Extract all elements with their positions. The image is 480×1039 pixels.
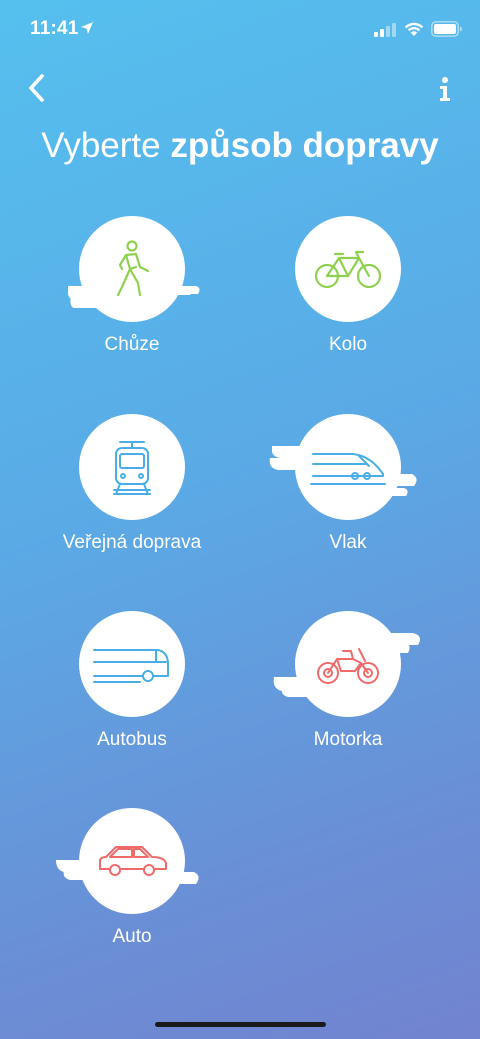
mode-motorcycle-bubble bbox=[295, 611, 401, 717]
chevron-left-icon bbox=[29, 74, 44, 102]
mode-train-label: Vlak bbox=[329, 532, 367, 553]
mode-car-bubble bbox=[79, 808, 185, 914]
page-title-light: Vyberte bbox=[41, 126, 161, 165]
status-time: 11:41 bbox=[30, 18, 79, 39]
mode-bicycle[interactable]: Kolo bbox=[228, 216, 468, 386]
mode-bus-bubble bbox=[79, 611, 185, 717]
mode-motorcycle-label: Motorka bbox=[313, 729, 383, 750]
mode-bicycle-bubble bbox=[295, 216, 401, 322]
bus-icon bbox=[93, 649, 169, 683]
motorcycle-icon bbox=[317, 648, 379, 684]
status-bar: 11:41 bbox=[0, 0, 480, 58]
train-icon bbox=[310, 453, 386, 485]
bicycle-icon bbox=[314, 250, 382, 289]
mode-car[interactable]: Auto bbox=[12, 808, 252, 978]
mode-motorcycle[interactable]: Motorka bbox=[228, 611, 468, 781]
back-button[interactable] bbox=[20, 70, 56, 106]
mode-public-transport-bubble bbox=[79, 414, 185, 520]
wifi-icon bbox=[404, 22, 424, 36]
location-arrow-icon bbox=[81, 22, 93, 34]
home-indicator[interactable] bbox=[155, 1022, 326, 1027]
mode-bus-label: Autobus bbox=[97, 729, 167, 750]
page-title-bold: způsob dopravy bbox=[170, 126, 439, 165]
mode-train-bubble bbox=[295, 414, 401, 520]
cellular-signal-icon bbox=[374, 23, 396, 37]
mode-public-transport-label: Veřejná doprava bbox=[62, 532, 202, 553]
mode-bus[interactable]: Autobus bbox=[12, 611, 252, 781]
info-icon bbox=[440, 77, 450, 101]
info-button[interactable] bbox=[428, 72, 462, 106]
mode-walk-label: Chůze bbox=[104, 334, 160, 355]
mode-walk[interactable]: Chůze bbox=[12, 216, 252, 386]
car-icon bbox=[99, 846, 167, 876]
mode-car-label: Auto bbox=[112, 926, 152, 947]
mode-public-transport[interactable]: Veřejná doprava bbox=[12, 414, 252, 584]
page-title: Vyberte způsob dopravy bbox=[0, 126, 480, 166]
walking-person-icon bbox=[116, 240, 150, 297]
tram-icon bbox=[113, 441, 151, 495]
mode-train[interactable]: Vlak bbox=[228, 414, 468, 584]
battery-icon bbox=[431, 21, 462, 37]
mode-walk-bubble bbox=[79, 216, 185, 322]
mode-bicycle-label: Kolo bbox=[328, 334, 368, 355]
